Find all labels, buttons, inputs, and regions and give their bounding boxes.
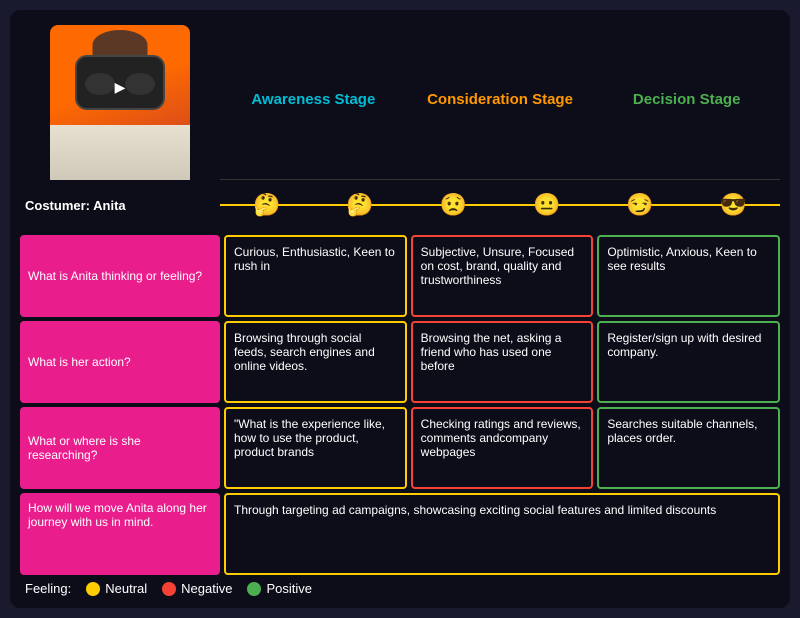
cell-thinking-consideration: Subjective, Unsure, Focused on cost, bra…	[411, 235, 594, 317]
person-area: ▶	[20, 20, 220, 180]
positive-dot	[247, 582, 261, 596]
cell-action-decision: Register/sign up with desired company.	[597, 321, 780, 403]
cell-move-span: Through targeting ad campaigns, showcasi…	[224, 493, 780, 575]
cell-research-awareness: "What is the experience like, how to use…	[224, 407, 407, 489]
neutral-dot	[86, 582, 100, 596]
cell-research-decision: Searches suitable channels, places order…	[597, 407, 780, 489]
cell-action-consideration: Browsing the net, asking a friend who ha…	[411, 321, 594, 403]
legend-neutral: Neutral	[86, 581, 147, 596]
negative-dot	[162, 582, 176, 596]
customer-label: Costumer: Anita	[20, 198, 220, 213]
emoji-5: 😏	[626, 192, 653, 218]
stage-headers: Awareness Stage Consideration Stage Deci…	[220, 20, 780, 180]
row-label-thinking: What is Anita thinking or feeling?	[20, 235, 220, 317]
row-label-move: How will we move Anita along her journey…	[20, 493, 220, 575]
legend-positive: Positive	[247, 581, 312, 596]
legend-label: Feeling:	[25, 581, 71, 596]
cell-thinking-decision: Optimistic, Anxious, Keen to see results	[597, 235, 780, 317]
row-move: How will we move Anita along her journey…	[20, 493, 780, 575]
legend-negative: Negative	[162, 581, 232, 596]
row-action: What is her action? Browsing through soc…	[20, 321, 780, 403]
content-area: What is Anita thinking or feeling? Curio…	[20, 235, 780, 575]
stage-consideration: Consideration Stage	[407, 20, 594, 180]
vr-headset: ▶	[75, 55, 165, 110]
main-container: ▶ Awareness Stage Consideration Stage De…	[10, 10, 790, 608]
emoji-2: 🤔	[346, 192, 373, 218]
person-image: ▶	[50, 25, 190, 180]
legend: Feeling: Neutral Negative Positive	[20, 575, 780, 598]
stage-decision: Decision Stage	[593, 20, 780, 180]
emoji-4: 😐	[533, 192, 560, 218]
cell-thinking-awareness: Curious, Enthusiastic, Keen to rush in	[224, 235, 407, 317]
emoji-1: 🤔	[253, 192, 280, 218]
row-researching: What or where is she researching? "What …	[20, 407, 780, 489]
cell-action-awareness: Browsing through social feeds, search en…	[224, 321, 407, 403]
stage-awareness: Awareness Stage	[220, 20, 407, 180]
header-row: ▶ Awareness Stage Consideration Stage De…	[20, 20, 780, 180]
journey-line-area: 🤔 🤔 😟 😐 😏 😎	[220, 180, 780, 230]
cell-research-consideration: Checking ratings and reviews, comments a…	[411, 407, 594, 489]
row-label-action: What is her action?	[20, 321, 220, 403]
emoji-3: 😟	[440, 192, 467, 218]
neutral-label: Neutral	[105, 581, 147, 596]
row-thinking: What is Anita thinking or feeling? Curio…	[20, 235, 780, 317]
negative-label: Negative	[181, 581, 232, 596]
row-label-researching: What or where is she researching?	[20, 407, 220, 489]
journey-row: Costumer: Anita 🤔 🤔 😟 😐 😏 😎	[20, 180, 780, 230]
emoji-6: 😎	[720, 192, 747, 218]
emoji-stops: 🤔 🤔 😟 😐 😏 😎	[220, 180, 780, 230]
positive-label: Positive	[266, 581, 312, 596]
